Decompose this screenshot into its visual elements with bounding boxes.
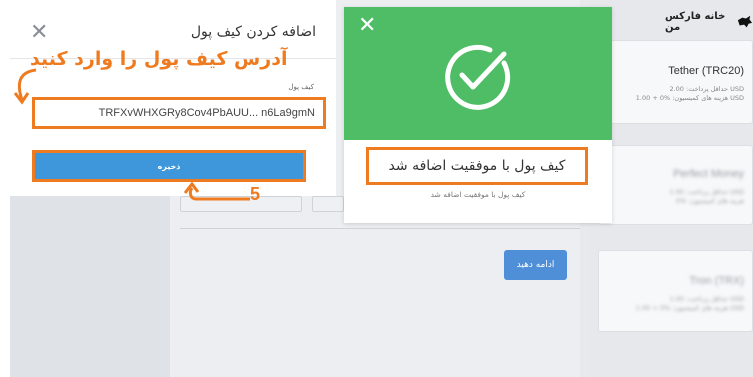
success-header: ✕ [344, 7, 612, 140]
close-icon[interactable]: ✕ [358, 15, 376, 37]
annotation-arrow-icon [183, 181, 250, 201]
wallet-field-label: کیف پول [288, 83, 314, 91]
payment-card-tron[interactable]: Tron (TRX) حداقل پرداخت: 1.00 USD هزینه … [598, 250, 753, 332]
success-modal: ✕ کیف پول با موفقیت اضافه شد کیف پول با … [344, 7, 612, 223]
card-min-payment: حداقل پرداخت: 2.00 USD [669, 85, 744, 93]
card-title: Perfect Money [673, 168, 744, 180]
wallet-address-value: TRFXvWHXGRy8Cov4PbAUU... n6La9gmN [98, 107, 315, 119]
card-min-payment: حداقل پرداخت: 1.00 USD [669, 295, 744, 303]
card-min-payment: حداقل پرداخت: 1.00 USD [669, 188, 744, 196]
success-check-icon [445, 44, 511, 110]
close-icon[interactable]: ✕ [30, 22, 48, 44]
card-fee: هزینه های کمیسیون: %0 + 1.00 USD [635, 304, 744, 312]
card-title: Tether (TRC20) [668, 65, 744, 77]
annotation-enter-address: آدرس کیف پول را وارد کنید [30, 48, 288, 70]
success-sub-message: کیف پول با موفقیت اضافه شد [430, 190, 526, 199]
add-wallet-modal: ✕ اضافه کردن کیف پول آدرس کیف پول را وار… [0, 0, 336, 196]
payment-card-perfect-money[interactable]: Perfect Money حداقل پرداخت: 1.00 USD هزی… [598, 145, 753, 225]
card-fee: هزینه های کمیسیون: %0 [675, 197, 744, 205]
payment-card-tether[interactable]: Tether (TRC20) حداقل پرداخت: 2.00 USD هز… [598, 40, 753, 124]
bull-logo-icon [737, 15, 753, 28]
brand-name: خانه فارکس من [665, 11, 726, 33]
save-button[interactable]: ذخیره [32, 150, 306, 182]
continue-button[interactable]: ادامه دهید [504, 250, 567, 280]
brand-logo: خانه فارکس من [665, 10, 753, 34]
success-message: کیف پول با موفقیت اضافه شد [366, 147, 588, 185]
background-outline-button[interactable] [312, 196, 344, 212]
divider [180, 228, 580, 229]
wallet-address-input[interactable]: TRFXvWHXGRy8Cov4PbAUU... n6La9gmN [32, 97, 326, 129]
card-fee: هزینه های کمیسیون: %0 + 1.00 USD [635, 94, 744, 102]
card-title: Tron (TRX) [689, 275, 744, 287]
step-number: 5 [250, 184, 261, 204]
modal-title: اضافه کردن کیف پول [190, 24, 316, 40]
